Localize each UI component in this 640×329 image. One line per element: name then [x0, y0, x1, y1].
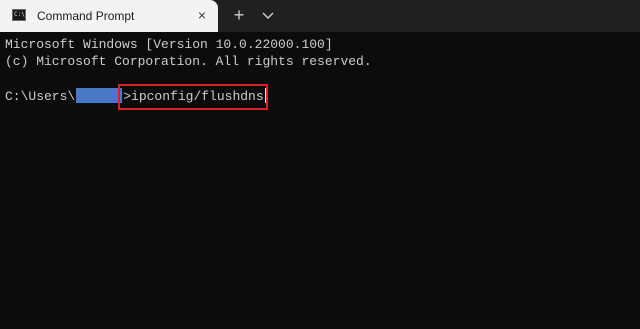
tab-title: Command Prompt [37, 9, 135, 23]
command-highlight-box [118, 84, 268, 110]
copyright-line: (c) Microsoft Corporation. All rights re… [5, 54, 372, 69]
version-line: Microsoft Windows [Version 10.0.22000.10… [5, 37, 333, 52]
tab-command-prompt[interactable]: C:\ Command Prompt × [0, 0, 218, 32]
cmd-icon: C:\ [12, 9, 26, 21]
tab-bar: C:\ Command Prompt × + [0, 0, 640, 32]
new-tab-button[interactable]: + [229, 4, 249, 26]
chevron-down-icon[interactable] [259, 6, 277, 24]
close-tab-button[interactable]: × [195, 7, 209, 23]
prompt-prefix: C:\Users\ [5, 89, 76, 104]
redacted-username [76, 88, 123, 103]
terminal-output[interactable]: Microsoft Windows [Version 10.0.22000.10… [0, 32, 640, 329]
